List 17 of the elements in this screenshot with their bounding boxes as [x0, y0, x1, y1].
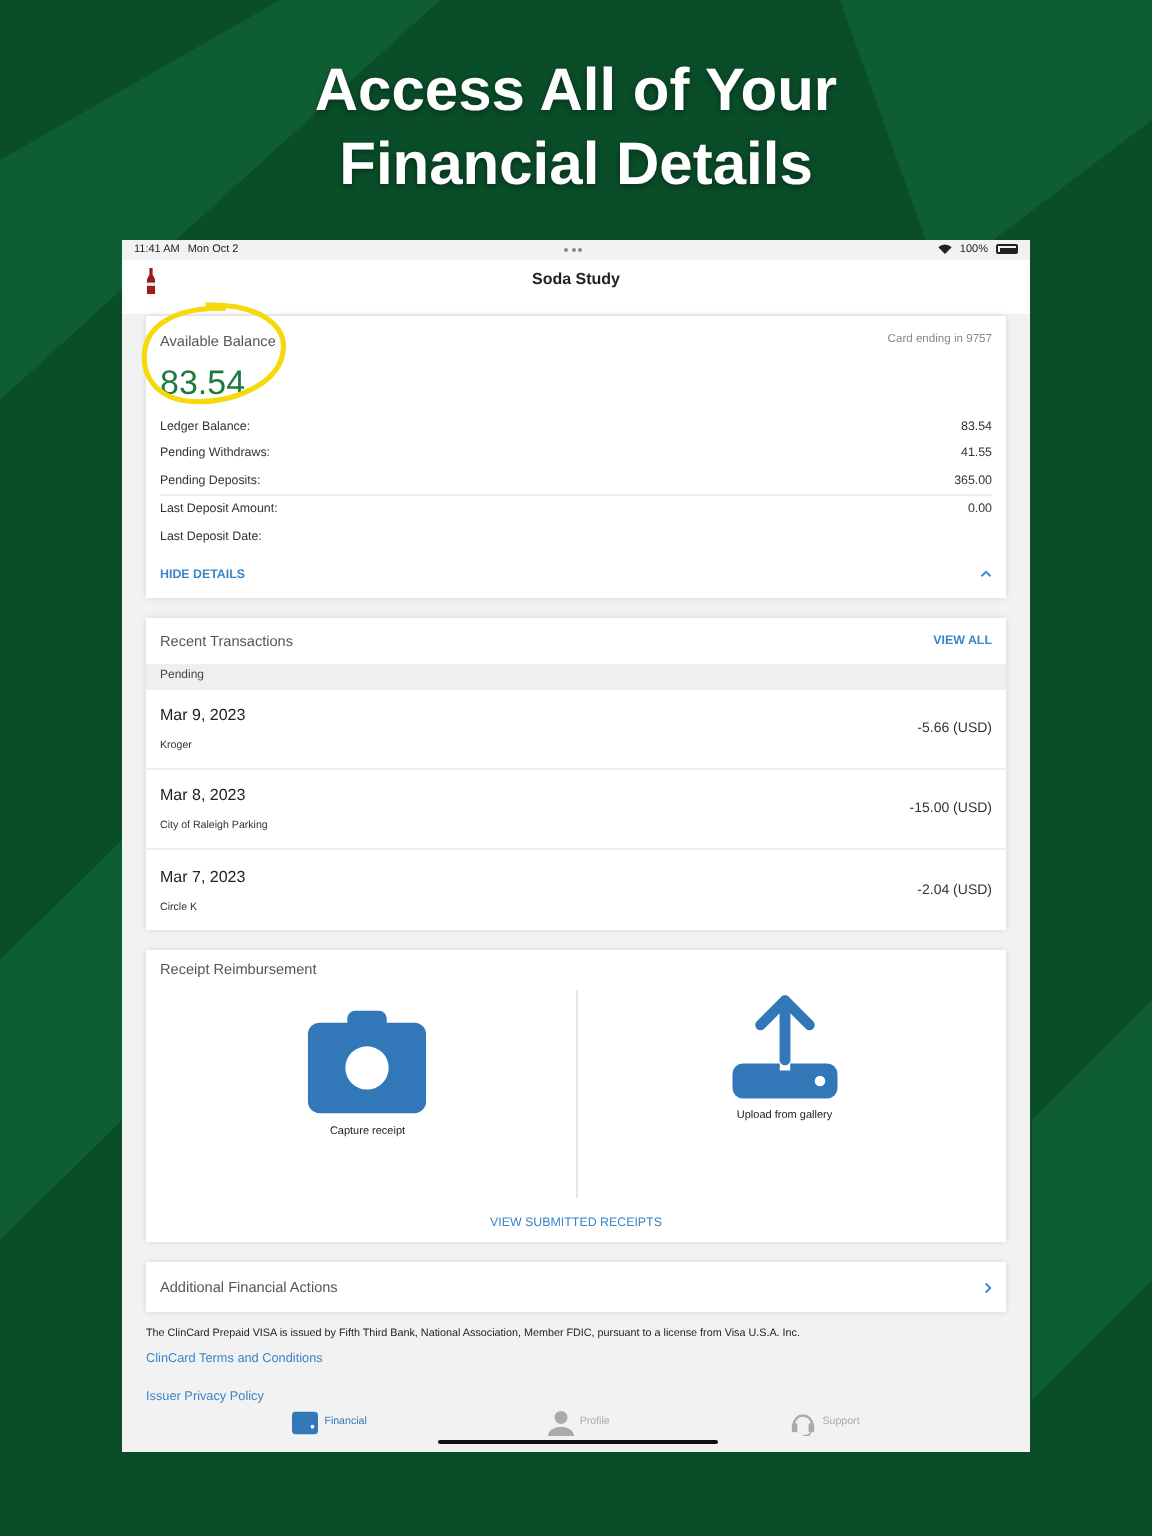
chevron-icon[interactable]: [980, 570, 992, 579]
chevron-right-icon: [984, 1281, 992, 1294]
transaction-date: Mar 9, 2023: [160, 706, 246, 725]
soda-bottle-icon: [146, 267, 156, 294]
headset-icon: [790, 1409, 817, 1436]
transaction-date: Mar 7, 2023: [160, 867, 246, 886]
headline: Financial Details: [339, 130, 813, 202]
camera-icon[interactable]: [304, 1006, 431, 1119]
headline: Access All of Your: [314, 56, 838, 128]
battery-icon: [996, 244, 1018, 255]
multitask-dots-icon: [564, 247, 582, 252]
wifi-icon: [937, 244, 952, 255]
balance-amount: 83.54: [160, 361, 248, 406]
wallet-icon: [292, 1409, 319, 1436]
app-title: Soda Study: [531, 269, 620, 288]
transaction-date: Mar 8, 2023: [160, 786, 248, 805]
person-icon: [547, 1409, 574, 1436]
